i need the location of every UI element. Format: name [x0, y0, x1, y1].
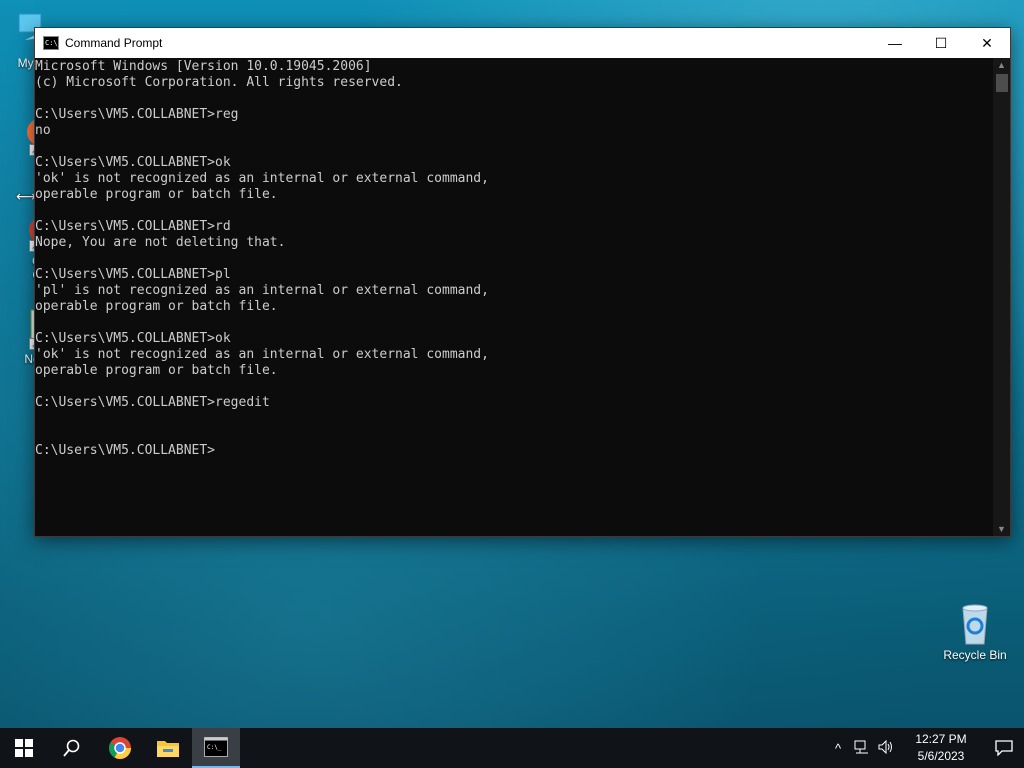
windows-logo-icon [15, 739, 33, 757]
console-output[interactable]: Microsoft Windows [Version 10.0.19045.20… [35, 58, 993, 536]
clock-time: 12:27 PM [915, 732, 967, 746]
command-prompt-window[interactable]: C:\_ Command Prompt — ☐ ✕ Microsoft Wind… [34, 27, 1011, 537]
notification-center-button[interactable] [984, 740, 1024, 756]
console-line: C:\Users\VM5.COLLABNET>reg [35, 107, 239, 122]
taskbar-chrome-button[interactable] [96, 728, 144, 768]
console-line: Nope, You are not deleting that. [35, 235, 286, 250]
cmd-icon: C:\_ [204, 737, 228, 757]
console-line: (c) Microsoft Corporation. All rights re… [35, 75, 403, 90]
clock-date: 5/6/2023 [917, 749, 965, 763]
taskbar-command-prompt-button[interactable]: C:\_ [192, 728, 240, 768]
window-title: Command Prompt [65, 36, 163, 50]
notification-icon [995, 740, 1013, 756]
console-line: C:\Users\VM5.COLLABNET> [35, 443, 216, 458]
close-button[interactable]: ✕ [964, 28, 1010, 58]
console-line: C:\Users\VM5.COLLABNET>ok [35, 155, 231, 170]
console-line: no [35, 123, 51, 138]
desktop-icon-label: Recycle Bin [943, 648, 1007, 662]
minimize-button[interactable]: — [872, 28, 918, 58]
taskbar: C:\_ ^ 12:27 PM 5/6/2023 [0, 728, 1024, 768]
console-line: 'ok' is not recognized as an internal or… [35, 347, 489, 362]
chrome-icon [109, 737, 131, 759]
console-line: 'pl' is not recognized as an internal or… [35, 283, 489, 298]
scroll-down-arrow-icon[interactable]: ▼ [993, 522, 1010, 536]
search-icon [63, 739, 80, 757]
volume-icon[interactable] [874, 739, 898, 757]
show-hidden-icons-chevron-icon[interactable]: ^ [826, 741, 850, 756]
start-button[interactable] [0, 728, 48, 768]
scroll-thumb[interactable] [995, 74, 1008, 92]
search-button[interactable] [48, 728, 96, 768]
console-line: Microsoft Windows [Version 10.0.19045.20… [35, 59, 372, 74]
console-line: 'ok' is not recognized as an internal or… [35, 171, 489, 186]
system-tray: ^ 12:27 PM 5/6/2023 [826, 728, 1024, 768]
desktop-icon-recycle-bin[interactable]: Recycle Bin [940, 602, 1010, 662]
window-titlebar[interactable]: C:\_ Command Prompt — ☐ ✕ [35, 28, 1010, 58]
taskbar-file-explorer-button[interactable] [144, 728, 192, 768]
taskbar-clock[interactable]: 12:27 PM 5/6/2023 [906, 731, 976, 765]
vertical-scrollbar[interactable]: ▲ ▼ [993, 58, 1010, 536]
folder-icon [157, 741, 179, 757]
console-line: C:\Users\VM5.COLLABNET>regedit [35, 395, 270, 410]
console-line: C:\Users\VM5.COLLABNET>rd [35, 219, 231, 234]
console-line: C:\Users\VM5.COLLABNET>ok [35, 331, 231, 346]
console-line: C:\Users\VM5.COLLABNET>pl [35, 267, 231, 282]
cmd-icon: C:\_ [43, 36, 62, 50]
network-icon[interactable] [850, 740, 874, 757]
svg-text:C:\_: C:\_ [207, 744, 222, 751]
console-line: operable program or batch file. [35, 187, 278, 202]
console-line: operable program or batch file. [35, 299, 278, 314]
recycle-bin-icon [953, 602, 997, 646]
console-line: operable program or batch file. [35, 363, 278, 378]
maximize-button[interactable]: ☐ [918, 28, 964, 58]
scroll-up-arrow-icon[interactable]: ▲ [993, 58, 1010, 72]
